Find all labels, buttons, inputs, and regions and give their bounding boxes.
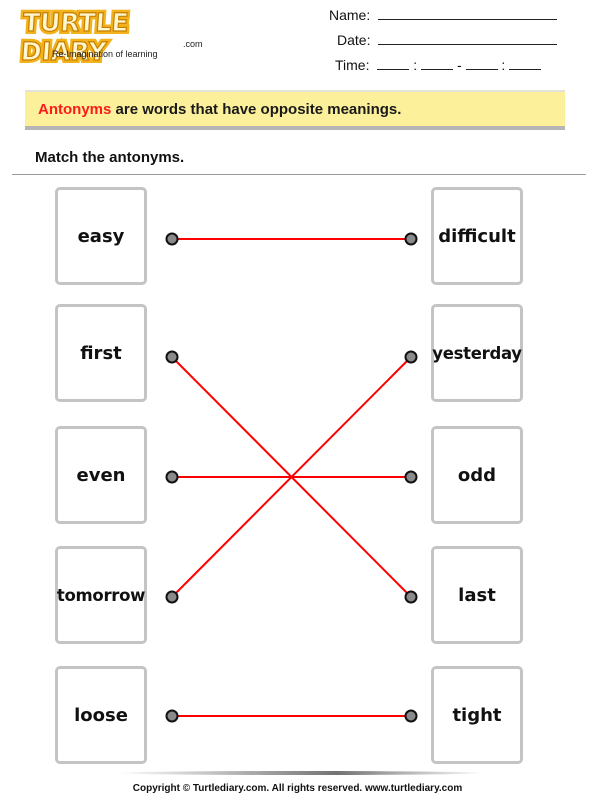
- right-word-card[interactable]: last: [431, 546, 523, 644]
- right-word: yesterday: [432, 343, 522, 363]
- left-word-card[interactable]: tomorrow: [55, 546, 147, 644]
- right-connector-dot[interactable]: [404, 709, 418, 723]
- definition-keyword: Antonyms: [38, 101, 112, 118]
- name-label: Name:: [329, 7, 371, 23]
- right-word: difficult: [438, 225, 516, 247]
- left-word: first: [80, 342, 122, 364]
- right-word-card[interactable]: yesterday: [431, 304, 523, 402]
- left-word-card[interactable]: first: [55, 304, 147, 402]
- match-line: [171, 356, 412, 598]
- time-end-hour-line[interactable]: [465, 57, 498, 70]
- left-word-card[interactable]: loose: [55, 666, 147, 764]
- time-end-minute-line[interactable]: [509, 57, 542, 70]
- right-connector-dot[interactable]: [404, 232, 418, 246]
- left-word: loose: [74, 704, 128, 726]
- turtle-diary-logo: TURTLE DIARY TURTLE DIARY .com Re-Imagin…: [17, 5, 208, 69]
- footer-shadow-divider: [115, 771, 485, 775]
- date-label: Date:: [337, 32, 371, 48]
- copyright-footer: Copyright © Turtlediary.com. All rights …: [132, 783, 463, 794]
- match-line: [171, 356, 412, 598]
- left-word-card[interactable]: easy: [55, 187, 147, 285]
- right-connector-dot[interactable]: [404, 590, 418, 604]
- logo-suffix: .com: [183, 39, 203, 49]
- left-connector-dot[interactable]: [165, 350, 179, 364]
- time-start-minute-line[interactable]: [421, 57, 454, 70]
- time-label: Time:: [335, 57, 370, 73]
- name-input-line[interactable]: [378, 7, 558, 20]
- definition-text: Antonyms are words that have opposite me…: [38, 101, 401, 118]
- left-connector-dot[interactable]: [165, 470, 179, 484]
- right-word: tight: [452, 704, 502, 726]
- right-word-card[interactable]: difficult: [431, 187, 523, 285]
- left-word: even: [76, 464, 126, 486]
- left-connector-dot[interactable]: [165, 590, 179, 604]
- time-field: Time: : - :: [335, 57, 542, 73]
- left-word: easy: [77, 225, 125, 247]
- right-word-card[interactable]: odd: [431, 426, 523, 524]
- time-start-hour-line[interactable]: [377, 57, 410, 70]
- logo-tagline: Re-Imagination of learning: [52, 49, 158, 59]
- right-word: odd: [457, 464, 497, 486]
- name-field: Name:: [329, 7, 558, 23]
- left-connector-dot[interactable]: [165, 232, 179, 246]
- right-connector-dot[interactable]: [404, 470, 418, 484]
- instruction-heading: Match the antonyms.: [35, 149, 185, 166]
- time-colon: :: [413, 57, 418, 73]
- definition-body: are words that have opposite meanings.: [111, 101, 402, 118]
- time-colon: :: [501, 57, 506, 73]
- left-word-card[interactable]: even: [55, 426, 147, 524]
- definition-banner: Antonyms are words that have opposite me…: [25, 90, 565, 130]
- right-connector-dot[interactable]: [404, 350, 418, 364]
- left-word: tomorrow: [56, 585, 146, 605]
- date-input-line[interactable]: [378, 32, 558, 45]
- right-word: last: [458, 584, 496, 606]
- divider: [12, 174, 586, 175]
- time-dash: -: [456, 57, 462, 73]
- left-connector-dot[interactable]: [165, 709, 179, 723]
- right-word-card[interactable]: tight: [431, 666, 523, 764]
- date-field: Date:: [337, 32, 558, 48]
